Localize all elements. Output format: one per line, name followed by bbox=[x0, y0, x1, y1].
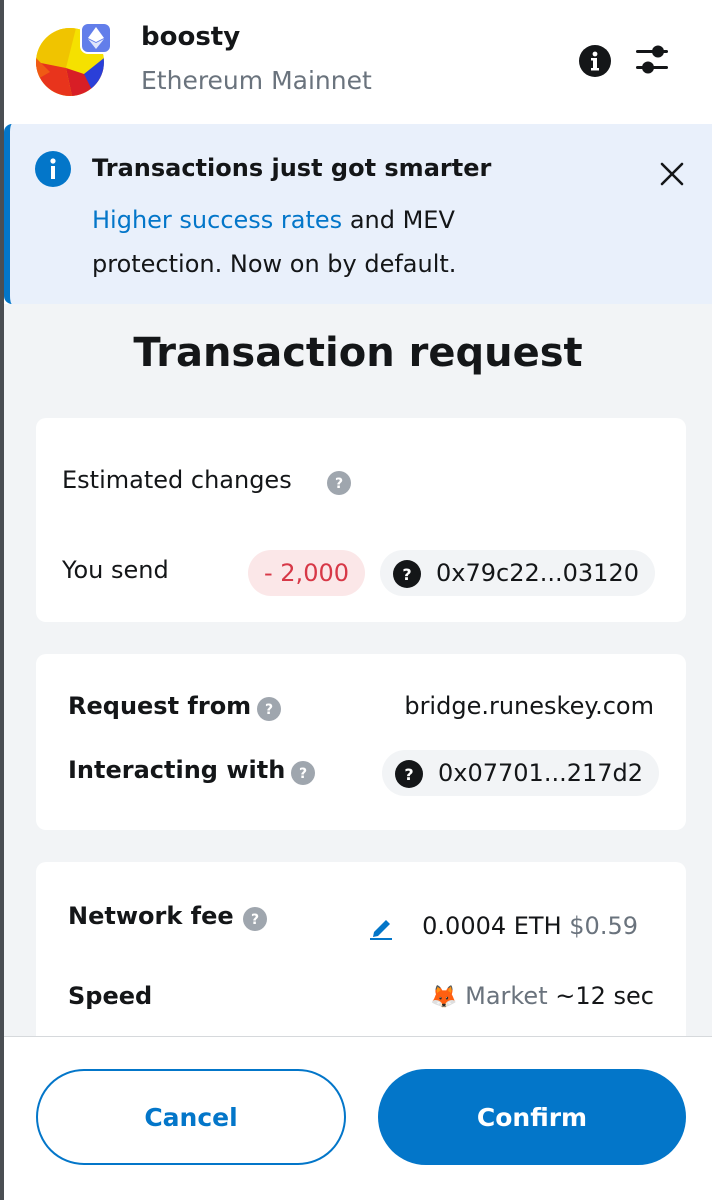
send-amount-badge: - 2,000 bbox=[248, 550, 365, 596]
higher-success-rates-link[interactable]: Higher success rates bbox=[92, 206, 342, 234]
interacting-with-label: Interacting with bbox=[68, 756, 286, 784]
network-fee-card: Network fee ? 0.0004 ETH $0.59 Speed 🦊 M… bbox=[36, 862, 686, 1036]
svg-text:?: ? bbox=[402, 565, 411, 584]
question-icon[interactable]: ? bbox=[290, 760, 316, 786]
unknown-token-icon: ? bbox=[392, 558, 422, 588]
svg-text:?: ? bbox=[404, 765, 413, 784]
info-circle-icon bbox=[34, 150, 72, 188]
header: boosty Ethereum Mainnet bbox=[4, 0, 712, 124]
svg-text:?: ? bbox=[299, 766, 307, 782]
question-icon[interactable]: ? bbox=[256, 696, 282, 722]
token-address-pill[interactable]: ? 0x79c22...03120 bbox=[380, 550, 655, 596]
content-area[interactable]: Transaction request Estimated changes ? … bbox=[4, 304, 712, 1036]
contract-address-pill[interactable]: ? 0x07701...217d2 bbox=[382, 750, 660, 796]
speed-name: Market bbox=[465, 982, 548, 1010]
svg-text:?: ? bbox=[265, 702, 273, 718]
estimated-changes-card: Estimated changes ? You send - 2,000 ? 0… bbox=[36, 418, 686, 622]
fee-amount: 0.0004 ETH $0.59 bbox=[422, 912, 638, 940]
question-icon[interactable]: ? bbox=[326, 470, 352, 496]
close-icon[interactable] bbox=[656, 158, 688, 190]
network-name[interactable]: Ethereum Mainnet bbox=[141, 66, 372, 95]
info-icon[interactable] bbox=[578, 44, 612, 78]
request-from-label: Request from bbox=[68, 692, 252, 720]
confirm-button[interactable]: Confirm bbox=[378, 1069, 686, 1165]
cancel-button[interactable]: Cancel bbox=[36, 1069, 346, 1165]
token-address: 0x79c22...03120 bbox=[436, 559, 639, 587]
fee-eth: 0.0004 ETH bbox=[422, 912, 562, 940]
fox-icon: 🦊 bbox=[430, 985, 458, 1010]
contract-address: 0x07701...217d2 bbox=[438, 759, 644, 787]
speed-time: ~12 sec bbox=[555, 982, 654, 1010]
speed-value[interactable]: 🦊 Market ~12 sec bbox=[430, 982, 654, 1010]
request-from-value: bridge.runeskey.com bbox=[404, 692, 654, 720]
settings-sliders-icon[interactable] bbox=[632, 42, 672, 78]
banner-title: Transactions just got smarter bbox=[92, 154, 492, 182]
request-details-card: Request from ? bridge.runeskey.com Inter… bbox=[36, 654, 686, 830]
unknown-contract-icon: ? bbox=[394, 758, 424, 788]
svg-text:?: ? bbox=[251, 912, 259, 928]
svg-text:?: ? bbox=[335, 476, 343, 492]
estimated-changes-label: Estimated changes bbox=[62, 466, 292, 494]
question-icon[interactable]: ? bbox=[242, 906, 268, 932]
speed-label: Speed bbox=[68, 982, 153, 1010]
page-title: Transaction request bbox=[133, 330, 583, 376]
you-send-label: You send bbox=[62, 556, 169, 584]
banner-body: Higher success rates and MEV protection.… bbox=[92, 198, 552, 286]
ethereum-network-icon bbox=[80, 22, 112, 54]
footer: Cancel Confirm bbox=[4, 1036, 712, 1200]
smart-transactions-banner: Transactions just got smarter Higher suc… bbox=[4, 124, 712, 304]
fee-usd: $0.59 bbox=[569, 912, 638, 940]
network-fee-label: Network fee bbox=[68, 902, 234, 930]
account-name[interactable]: boosty bbox=[141, 22, 240, 52]
edit-pencil-icon[interactable] bbox=[368, 914, 394, 940]
